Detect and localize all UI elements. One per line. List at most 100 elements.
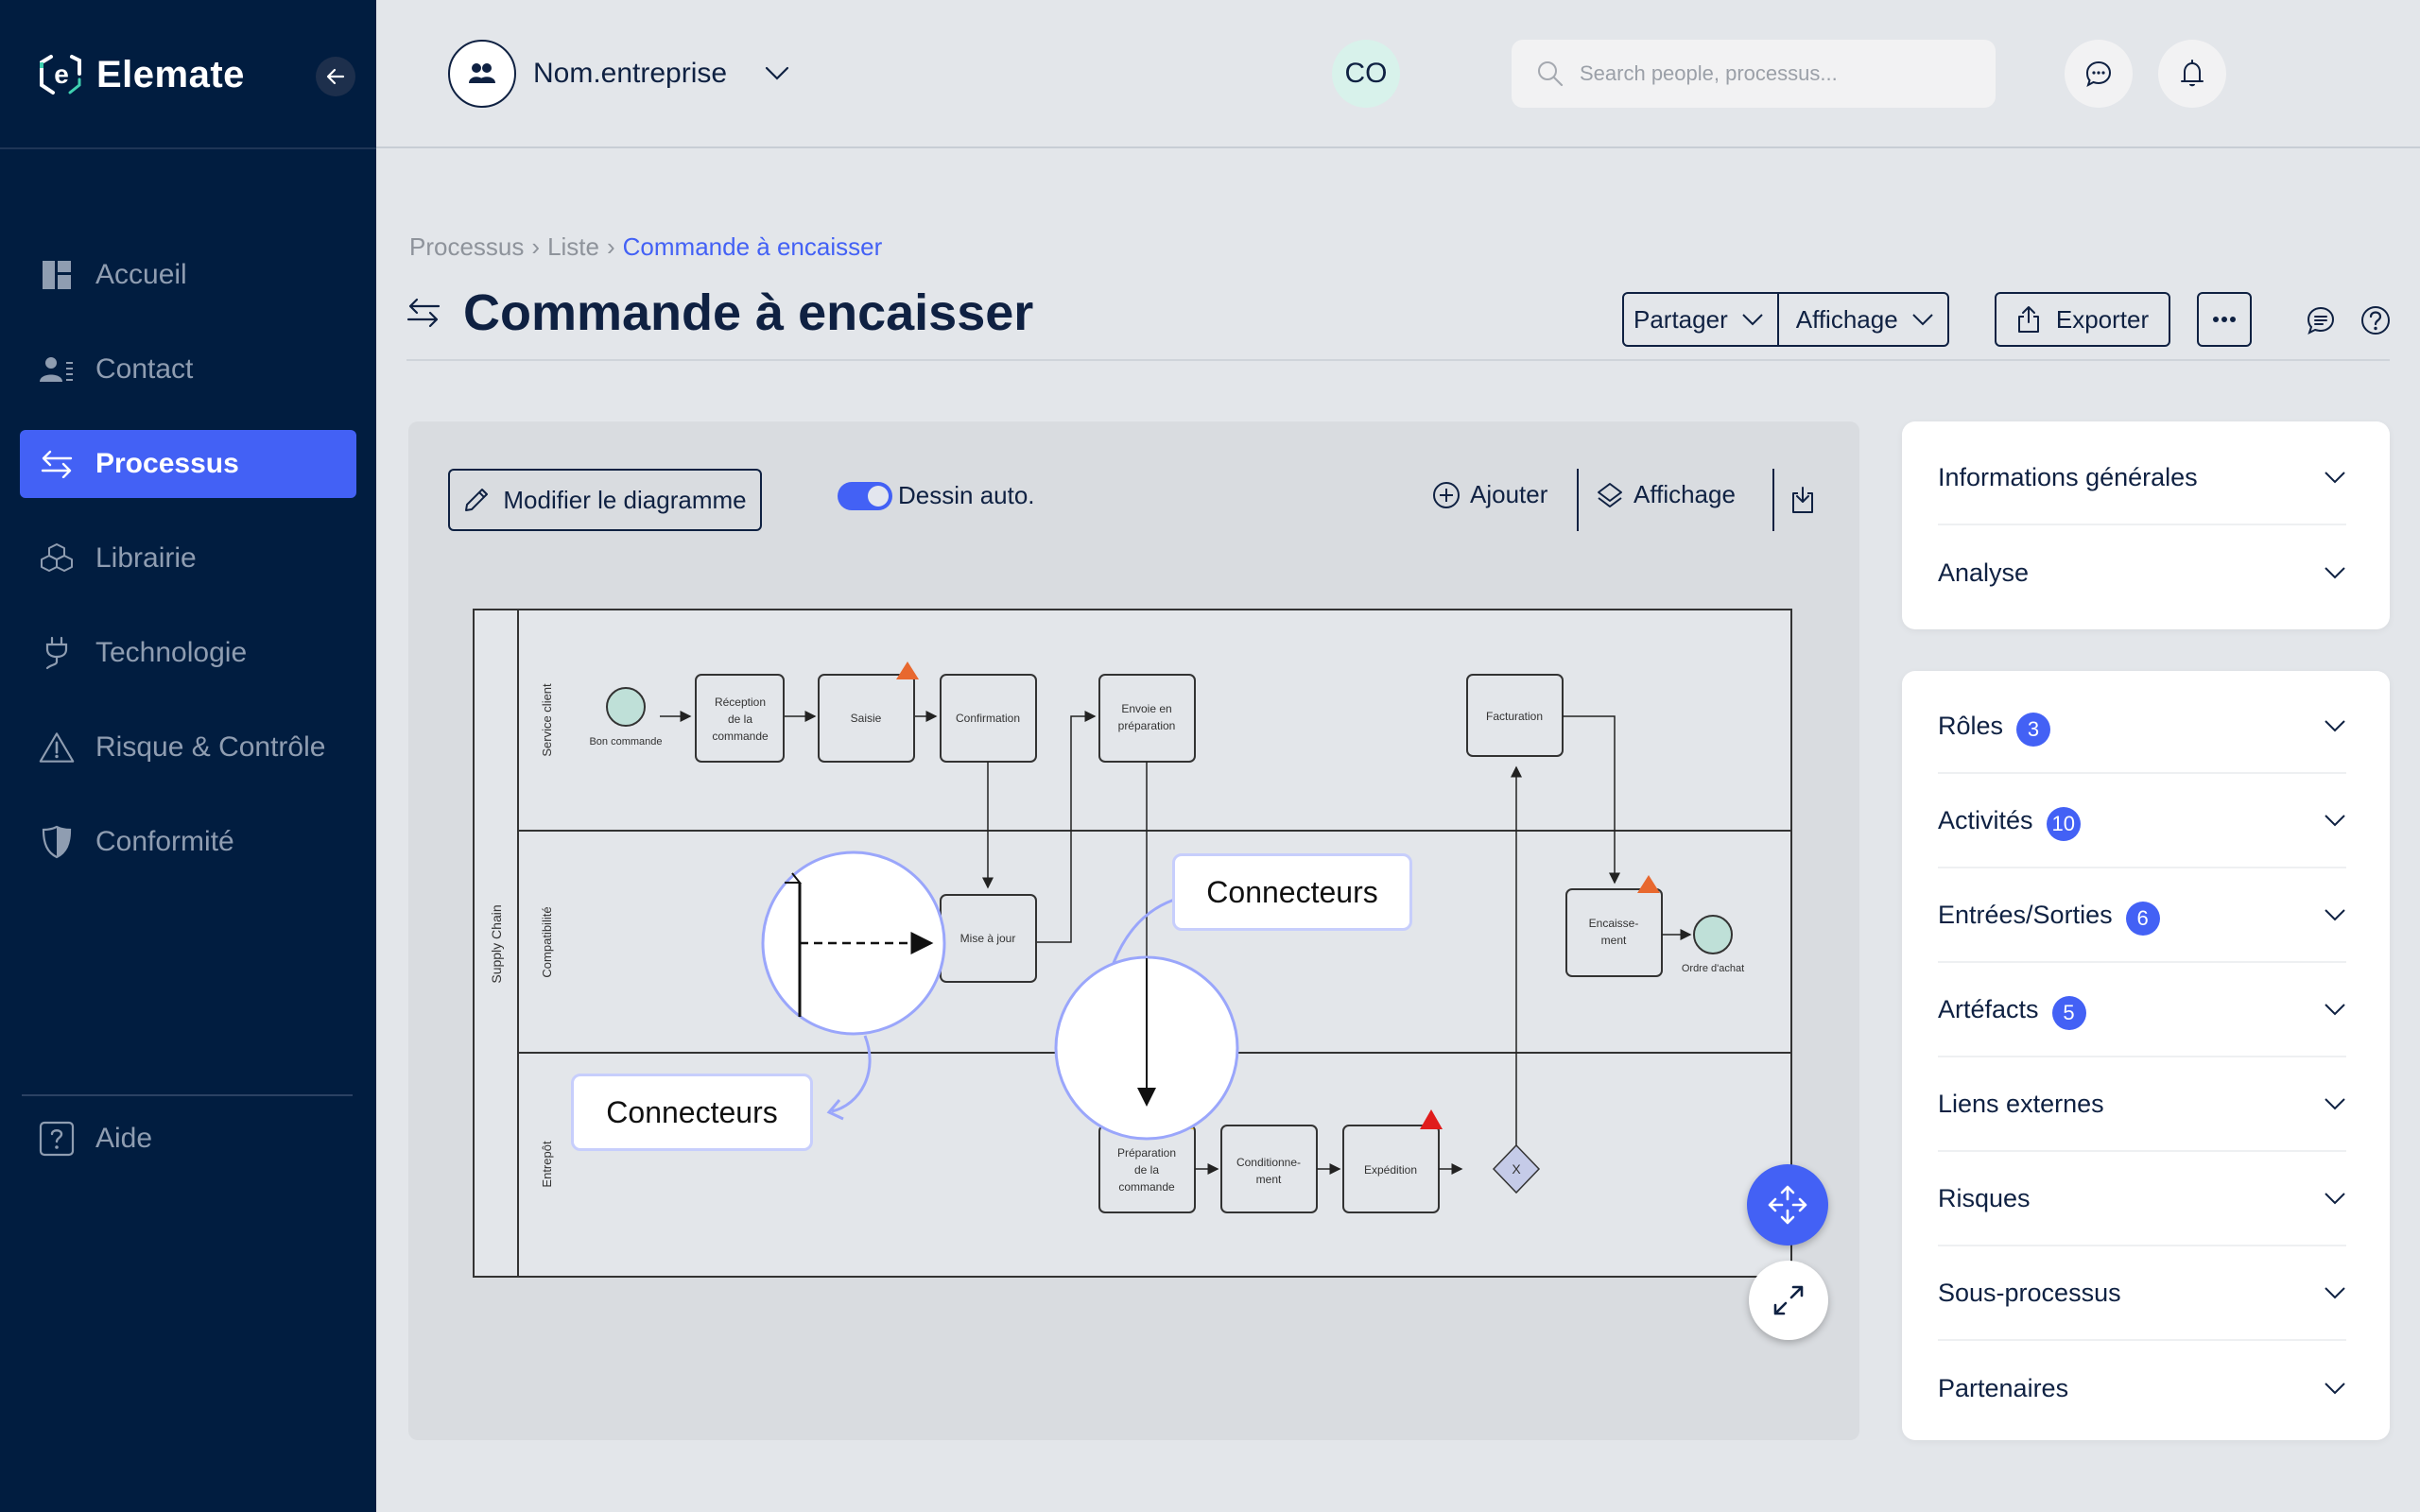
accordion-label: Risques: [1938, 1183, 2031, 1212]
sidebar-item-technologie[interactable]: Technologie: [20, 619, 356, 687]
accordion-liens-externes[interactable]: Liens externes: [1938, 1057, 2346, 1152]
task-preparation-line: de la: [1134, 1163, 1159, 1177]
task-encaissement-line: ment: [1601, 934, 1627, 947]
sidebar-item-conformite[interactable]: Conformité: [20, 808, 356, 876]
auto-draw-toggle[interactable]: [838, 481, 892, 510]
sidebar-item-label: Risque & Contrôle: [95, 731, 326, 763]
diagram-panel: Modifier le diagramme Dessin auto. Ajout…: [408, 421, 1859, 1440]
swap-arrows-icon: [39, 446, 75, 482]
chevron-down-icon: [2325, 472, 2345, 484]
chevron-down-icon: [2325, 720, 2345, 732]
connecteurs-callout: Connecteurs: [1172, 853, 1412, 931]
accordion-label: Activités 10: [1938, 799, 2082, 841]
sidebar-item-aide[interactable]: Aide: [39, 1121, 152, 1157]
accordion-sous-processus[interactable]: Sous-processus: [1938, 1246, 2346, 1341]
accordion-label: Partenaires: [1938, 1373, 2069, 1402]
sidebar-item-accueil[interactable]: Accueil: [20, 241, 356, 309]
app-logo[interactable]: e Elemate: [38, 49, 245, 100]
breadcrumb-current[interactable]: Commande à encaisser: [623, 232, 883, 262]
warning-icon: [39, 730, 75, 765]
sidebar-item-librairie[interactable]: Librairie: [20, 524, 356, 593]
company-selector[interactable]: Nom.entreprise: [448, 40, 789, 108]
breadcrumb-separator: ›: [531, 232, 541, 261]
fullscreen-button[interactable]: [1749, 1261, 1828, 1340]
auto-draw-label: Dessin auto.: [898, 481, 1035, 509]
download-button[interactable]: [1790, 486, 1815, 514]
user-initials: CO: [1344, 58, 1388, 89]
users-icon: [469, 63, 495, 83]
lane-label-service-client: Service client: [540, 683, 554, 757]
accordion-roles[interactable]: Rôles 3: [1938, 679, 2346, 774]
add-button[interactable]: Ajouter: [1432, 480, 1547, 509]
task-confirmation-label: Confirmation: [956, 712, 1020, 725]
connecteurs-callout: Connecteurs: [571, 1074, 813, 1151]
export-label: Exporter: [2055, 304, 2150, 334]
more-options-button[interactable]: [2197, 292, 2252, 347]
display-dropdown[interactable]: Affichage: [1776, 294, 1947, 345]
diagram-display-label: Affichage: [1634, 480, 1736, 508]
layers-icon: [1598, 482, 1622, 507]
sidebar-item-label: Contact: [95, 353, 194, 385]
pan-move-button[interactable]: [1747, 1164, 1828, 1246]
callout-label: Connecteurs: [606, 1094, 778, 1129]
sidebar-item-contact[interactable]: Contact: [20, 335, 356, 404]
details-card: Rôles 3 Activités 10 Entrées/Sorties 6 Arté…: [1902, 671, 2390, 1440]
lane-label-entrepot: Entrepôt: [540, 1141, 554, 1188]
edit-diagram-button[interactable]: Modifier le diagramme: [448, 469, 762, 531]
collapse-sidebar-button[interactable]: [316, 57, 355, 96]
chevron-down-icon: [2325, 909, 2345, 921]
display-label: Affichage: [1795, 304, 1898, 334]
sidebar-item-risque-controle[interactable]: Risque & Contrôle: [20, 713, 356, 782]
chevron-down-icon: [2325, 1383, 2345, 1395]
count-badge: 5: [2051, 996, 2086, 1030]
accordion-partenaires[interactable]: Partenaires: [1938, 1341, 2346, 1435]
sidebar-item-label: Accueil: [95, 259, 187, 290]
task-preparation-line: commande: [1118, 1180, 1175, 1194]
messages-button[interactable]: [2065, 40, 2133, 108]
start-event-label: Bon commande: [589, 736, 662, 747]
task-reception-line: Réception: [715, 696, 766, 709]
breadcrumb-processus[interactable]: Processus: [409, 232, 524, 262]
plug-icon: [39, 635, 75, 671]
chevron-down-icon: [2325, 815, 2345, 827]
accordion-artefacts[interactable]: Artéfacts 5: [1938, 963, 2346, 1057]
elemate-logo-icon: e: [40, 55, 81, 94]
count-badge: 3: [2016, 713, 2051, 747]
task-saisie-label: Saisie: [851, 712, 882, 725]
svg-text:e: e: [54, 60, 69, 89]
accordion-activites[interactable]: Activités 10: [1938, 774, 2346, 868]
end-event: [1693, 915, 1733, 954]
accordion-label: Liens externes: [1938, 1089, 2104, 1118]
share-dropdown[interactable]: Partager: [1624, 294, 1777, 345]
accordion-risques[interactable]: Risques: [1938, 1152, 2346, 1246]
search-input[interactable]: [1580, 61, 1977, 86]
end-event-label: Ordre d'achat: [1682, 963, 1744, 974]
bell-icon: [2181, 60, 2204, 87]
task-envoi-line: Envoie en: [1121, 702, 1171, 715]
help-circle-icon: [2361, 306, 2390, 335]
help-button[interactable]: [2360, 304, 2392, 336]
sidebar-item-processus[interactable]: Processus: [20, 430, 356, 498]
accordion-informations-generales[interactable]: Informations générales: [1938, 431, 2346, 525]
chevron-down-icon: [2325, 1098, 2345, 1110]
page-header: Commande à encaisser: [406, 284, 1033, 342]
accordion-analyse[interactable]: Analyse: [1938, 525, 2346, 620]
chevron-down-icon: [1742, 314, 1763, 326]
breadcrumb-liste[interactable]: Liste: [547, 232, 599, 262]
accordion-entrees-sorties[interactable]: Entrées/Sorties 6: [1938, 868, 2346, 963]
export-button[interactable]: Exporter: [1995, 292, 2170, 347]
chevron-down-icon: [2325, 1004, 2345, 1016]
task-expedition-label: Expédition: [1364, 1163, 1417, 1177]
count-badge: 6: [2125, 902, 2160, 936]
diagram-display-button[interactable]: Affichage: [1596, 480, 1736, 509]
arrow-left-icon: [326, 68, 345, 85]
diagram-canvas[interactable]: Supply Chain Service client Compatibilit…: [473, 609, 1792, 1280]
edit-diagram-label: Modifier le diagramme: [503, 485, 747, 514]
sidebar-divider: [22, 1094, 353, 1096]
notifications-button[interactable]: [2158, 40, 2226, 108]
comments-button[interactable]: [2305, 304, 2337, 336]
cubes-icon: [39, 541, 75, 576]
breadcrumb-separator: ›: [606, 232, 615, 261]
task-envoi-line: préparation: [1118, 719, 1176, 732]
user-avatar[interactable]: CO: [1332, 40, 1400, 108]
